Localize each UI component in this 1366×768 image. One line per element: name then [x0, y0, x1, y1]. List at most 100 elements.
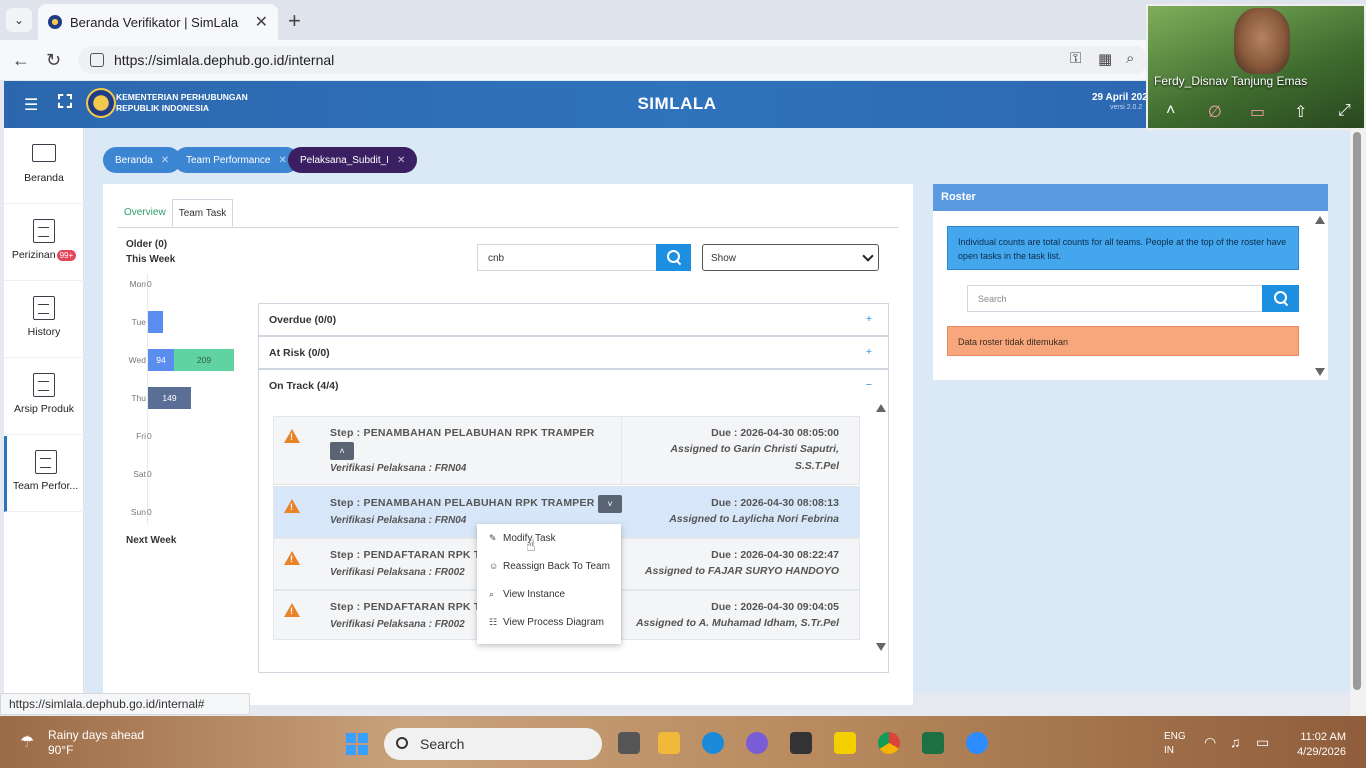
- breadcrumb-beranda[interactable]: Beranda ✕: [103, 147, 182, 173]
- breadcrumb-pelaksana[interactable]: Pelaksana_Subdit_I ✕: [288, 147, 418, 173]
- camera-off-icon[interactable]: ▭: [1250, 102, 1265, 122]
- tab-title: Beranda Verifikator | SimLala: [70, 14, 239, 30]
- scroll-down-icon[interactable]: [876, 643, 886, 651]
- chevron-up-icon[interactable]: ˄: [1166, 102, 1175, 120]
- edge-icon[interactable]: [702, 732, 724, 754]
- chart-day-label: Thu: [131, 393, 146, 403]
- mic-muted-icon[interactable]: ∅: [1208, 102, 1222, 122]
- task-search-input[interactable]: cnb: [477, 244, 657, 271]
- bar-tue[interactable]: [148, 311, 163, 333]
- new-tab-icon[interactable]: +: [288, 8, 301, 34]
- page-scrollbar-thumb[interactable]: [1353, 132, 1361, 690]
- task-search-button[interactable]: [656, 244, 691, 271]
- reload-icon[interactable]: ↻: [46, 50, 61, 71]
- accordion-overdue[interactable]: Overdue (0/0) +: [258, 303, 889, 336]
- wifi-icon[interactable]: ◠: [1204, 734, 1216, 751]
- back-icon[interactable]: ←: [12, 50, 30, 71]
- excel-icon[interactable]: [922, 732, 944, 754]
- menu-item-view-diagram[interactable]: ☷ View Process Diagram: [477, 608, 621, 636]
- search-icon: ⌕: [489, 588, 495, 599]
- taskbar-search[interactable]: Search: [384, 728, 602, 760]
- monitor-icon: [32, 144, 56, 162]
- chrome-icon[interactable]: [878, 732, 900, 754]
- weather-widget[interactable]: Rainy days ahead 90°F: [48, 728, 144, 758]
- close-tab-icon[interactable]: ✕: [255, 12, 268, 32]
- menu-item-reassign[interactable]: ☺ Reassign Back To Team: [477, 552, 621, 580]
- expand-icon[interactable]: ⤢: [1338, 102, 1351, 120]
- task-divider: [621, 591, 622, 639]
- apps-icon[interactable]: ▦: [1098, 50, 1112, 68]
- panel-tabs: Overview Team Task: [118, 199, 234, 227]
- system-clock[interactable]: 11:02 AM 4/29/2026: [1290, 730, 1346, 760]
- chart-zero-label: 0: [147, 469, 152, 479]
- tab-team-task[interactable]: Team Task: [171, 199, 234, 227]
- close-icon[interactable]: ✕: [278, 155, 286, 166]
- roster-panel: Roster Individual counts are total count…: [933, 184, 1328, 380]
- task-view-icon[interactable]: [618, 732, 640, 754]
- chevron-down-icon: [862, 250, 874, 262]
- warning-icon: [284, 551, 300, 565]
- accordion-at-risk[interactable]: At Risk (0/0) +: [258, 336, 889, 369]
- weather-icon: ☂: [20, 734, 35, 751]
- site-info-icon[interactable]: [90, 53, 104, 67]
- sidebar-item-perizinan[interactable]: Perizinan 99+: [4, 205, 84, 281]
- document-icon: [33, 219, 55, 243]
- tabs-divider: [118, 227, 898, 228]
- battery-icon[interactable]: ▭: [1256, 734, 1269, 751]
- chart-zero-label: 0: [147, 431, 152, 441]
- accordion-on-track[interactable]: On Track (4/4) −: [258, 369, 889, 402]
- browser-tab[interactable]: Beranda Verifikator | SimLala ✕: [38, 4, 278, 40]
- close-icon[interactable]: ✕: [161, 155, 169, 166]
- scroll-up-icon[interactable]: [1315, 216, 1325, 224]
- tab-list-button[interactable]: ⌄: [6, 8, 32, 32]
- chevron-down-icon[interactable]: ˅: [598, 495, 622, 513]
- collapse-icon[interactable]: −: [866, 379, 872, 391]
- sidebar-item-beranda[interactable]: Beranda: [4, 128, 84, 204]
- file-explorer-icon[interactable]: [658, 732, 680, 754]
- scroll-up-icon[interactable]: [876, 404, 886, 412]
- expand-icon[interactable]: +: [866, 346, 872, 358]
- warning-icon: [284, 429, 300, 443]
- start-button[interactable]: [346, 733, 368, 755]
- task-row[interactable]: Step : PENAMBAHAN PELABUHAN RPK TRAMPER …: [273, 416, 860, 485]
- chart-zero-label: 0: [147, 279, 152, 289]
- breadcrumb-team-performance[interactable]: Team Performance ✕: [174, 147, 299, 173]
- menu-item-modify-task[interactable]: ✎ Modify Task: [477, 524, 621, 552]
- chart-day-label: Wed: [128, 355, 146, 365]
- sidebar-item-history[interactable]: History: [4, 282, 84, 358]
- zoom-icon[interactable]: ⌕: [1126, 50, 1134, 67]
- bar-thu-series-3[interactable]: 149: [148, 387, 191, 409]
- bar-wed-series-1[interactable]: 94: [148, 349, 174, 371]
- search-icon: [396, 737, 408, 749]
- header-version: versi 2.0.2: [1110, 104, 1143, 111]
- chart-day-label: Fri: [136, 431, 146, 441]
- bar-wed-series-2[interactable]: 209: [174, 349, 234, 371]
- sticky-notes-icon[interactable]: [834, 732, 856, 754]
- camera-app-icon[interactable]: [790, 732, 812, 754]
- task-divider: [621, 417, 622, 484]
- key-icon[interactable]: ⚿: [1070, 50, 1081, 67]
- scroll-down-icon[interactable]: [1315, 368, 1325, 376]
- language-indicator[interactable]: ENG IN: [1164, 730, 1186, 758]
- chart-day-label: Tue: [131, 317, 146, 327]
- sidebar-item-arsip-produk[interactable]: Arsip Produk: [4, 359, 84, 435]
- share-screen-icon[interactable]: ⇧: [1294, 102, 1307, 122]
- chart-day-label: Mon: [129, 279, 146, 289]
- chart-zero-label: 0: [147, 507, 152, 517]
- chevron-up-icon[interactable]: ˄: [330, 442, 354, 460]
- older-label[interactable]: Older (0): [126, 239, 167, 250]
- volume-icon[interactable]: ♫: [1230, 734, 1241, 750]
- address-bar[interactable]: https://simlala.dephub.go.id/internal: [78, 46, 1148, 74]
- close-icon[interactable]: ✕: [397, 155, 405, 166]
- video-call-overlay[interactable]: Ferdy_Disnav Tanjung Emas ˄ ∅ ▭ ⇧ ⤢: [1146, 4, 1366, 130]
- roster-search-button[interactable]: [1262, 285, 1299, 312]
- show-select[interactable]: Show: [702, 244, 879, 271]
- expand-icon[interactable]: +: [866, 313, 872, 325]
- app-icon[interactable]: [746, 732, 768, 754]
- zoom-app-icon[interactable]: [966, 732, 988, 754]
- menu-item-view-instance[interactable]: ⌕ View Instance: [477, 580, 621, 608]
- sidebar-item-team-performance[interactable]: Team Perfor...: [4, 436, 84, 512]
- roster-search-input[interactable]: Search: [967, 285, 1263, 312]
- notification-badge: 99+: [56, 250, 77, 261]
- tab-overview[interactable]: Overview: [118, 199, 172, 227]
